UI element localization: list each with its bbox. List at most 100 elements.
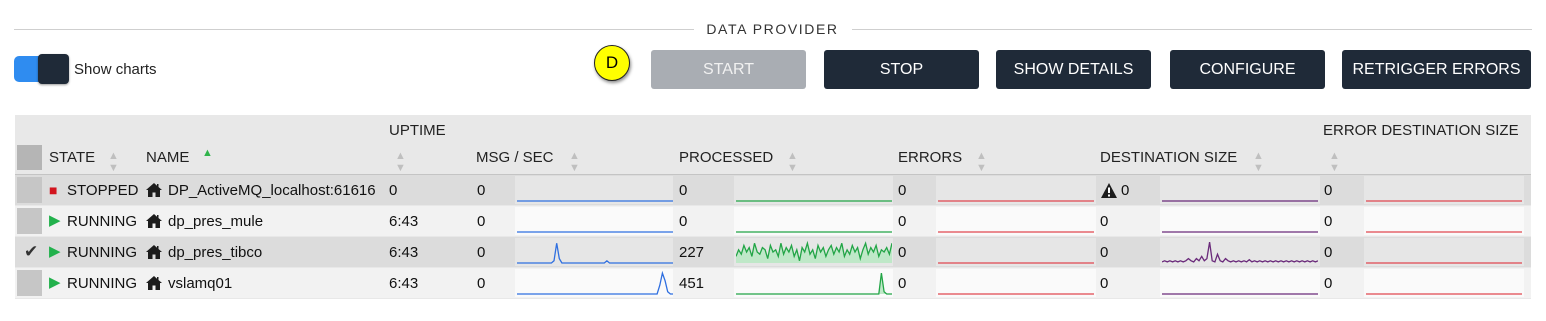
name-text[interactable]: vslamq01: [168, 275, 232, 292]
sort-icon-uptime[interactable]: ▲ ▼: [395, 150, 406, 174]
destination-size-value: 0: [1121, 182, 1130, 199]
select-all-checkbox[interactable]: [17, 145, 42, 170]
table-row[interactable]: ▶ RUNNING dp_pres_mule 6:43 0 0 0 0 0: [15, 206, 1531, 236]
home-icon: [146, 183, 162, 197]
state-text: STOPPED: [67, 182, 139, 199]
destination-size-value: 0: [1100, 213, 1109, 230]
processed-value: 451: [679, 275, 705, 292]
msg-per-sec-sparkline: [517, 270, 673, 295]
name-text[interactable]: DP_ActiveMQ_localhost:61616: [168, 182, 376, 199]
errors-sparkline: [938, 293, 1094, 295]
row-select-cell[interactable]: ✔: [17, 239, 42, 265]
retrigger-errors-button[interactable]: RETRIGGER ERRORS: [1342, 50, 1531, 89]
msg-per-sec-sparkline: [517, 200, 673, 202]
processed-value: 227: [679, 244, 705, 261]
errors-value: 0: [898, 213, 907, 230]
table-row[interactable]: ▶ RUNNING vslamq01 6:43 0 451 0 0 0: [15, 268, 1531, 298]
table-row[interactable]: ✔ ▶ RUNNING dp_pres_tibco 6:43 0 227 0 0 0: [15, 237, 1531, 267]
error-destination-size-value: 0: [1324, 275, 1333, 292]
sort-icon-error-destination-size[interactable]: ▲ ▼: [1329, 150, 1340, 174]
play-icon: ▶: [49, 243, 61, 260]
sparkline-area: [736, 273, 892, 294]
destination-size-value: 0: [1100, 244, 1109, 261]
state-text: RUNNING: [67, 244, 137, 261]
error-destination-size-sparkline: [1366, 293, 1522, 295]
errors-sparkline: [938, 231, 1094, 233]
destination-size-sparkline: [1162, 293, 1318, 295]
stop-button[interactable]: STOP: [824, 50, 979, 89]
error-destination-size-value: 0: [1324, 213, 1333, 230]
row-select-cell[interactable]: [17, 270, 42, 296]
processed-sparkline: [736, 231, 892, 233]
error-destination-size-sparkline: [1366, 262, 1522, 264]
step-badge: D: [594, 45, 630, 81]
error-destination-size-value: 0: [1324, 244, 1333, 261]
sparkline-line: [517, 243, 673, 264]
error-destination-size-sparkline: [1366, 231, 1522, 233]
section-divider-right: [852, 29, 1532, 30]
msg-per-sec-sparkline: [517, 243, 673, 264]
show-charts-toggle[interactable]: [14, 54, 70, 85]
errors-value: 0: [898, 244, 907, 261]
sort-icon-errors[interactable]: ▲ ▼: [976, 150, 987, 174]
sort-icon-state[interactable]: ▲ ▼: [108, 150, 119, 174]
destination-size-sparkline: [1162, 231, 1318, 233]
processed-value: 0: [679, 182, 688, 199]
sort-asc-icon-name[interactable]: ▲: [202, 147, 213, 159]
header-error-destination-size[interactable]: ERROR DESTINATION SIZE: [1323, 122, 1519, 139]
home-icon: [146, 276, 162, 290]
processed-sparkline: [736, 200, 892, 202]
error-destination-size-value: 0: [1324, 182, 1333, 199]
row-select-cell[interactable]: [17, 208, 42, 234]
uptime-value: 6:43: [389, 244, 419, 261]
errors-sparkline: [938, 200, 1094, 202]
home-icon: [146, 214, 162, 228]
header-msg-per-sec[interactable]: MSG / SEC: [476, 149, 554, 166]
errors-value: 0: [898, 275, 907, 292]
destination-size-value: 0: [1100, 275, 1109, 292]
error-destination-size-sparkline: [1366, 200, 1522, 202]
sparkline-line: [736, 273, 892, 295]
state-text: RUNNING: [67, 275, 137, 292]
section-title: DATA PROVIDER: [695, 21, 850, 37]
toggle-knob: [38, 54, 69, 84]
stop-square-icon: ■: [49, 182, 58, 198]
configure-button[interactable]: CONFIGURE: [1170, 50, 1325, 89]
header-name[interactable]: NAME: [146, 149, 189, 166]
destination-size-sparkline: [1162, 241, 1318, 263]
sparkline-line: [517, 270, 673, 295]
data-provider-table: STATE ▲ ▼ NAME ▲ UPTIME ▲ ▼ MSG / SEC ▲ ▼ P…: [15, 115, 1531, 299]
sort-icon-processed[interactable]: ▲ ▼: [787, 150, 798, 174]
play-icon: ▶: [49, 274, 61, 291]
msg-per-sec-sparkline: [517, 231, 673, 233]
header-state[interactable]: STATE: [49, 149, 95, 166]
sparkline-line: [1162, 241, 1318, 263]
processed-sparkline: [736, 273, 892, 295]
state-text: RUNNING: [67, 213, 137, 230]
msg-per-sec-value: 0: [477, 244, 486, 261]
row-select-cell[interactable]: [17, 177, 42, 203]
name-text[interactable]: dp_pres_mule: [168, 213, 263, 230]
play-icon: ▶: [49, 212, 61, 229]
header-processed[interactable]: PROCESSED: [679, 149, 773, 166]
msg-per-sec-value: 0: [477, 275, 486, 292]
sort-icon-destination-size[interactable]: ▲ ▼: [1253, 150, 1264, 174]
msg-per-sec-value: 0: [477, 213, 486, 230]
name-text[interactable]: dp_pres_tibco: [168, 244, 262, 261]
uptime-value: 0: [389, 182, 398, 199]
start-button[interactable]: START: [651, 50, 806, 89]
processed-sparkline: [736, 240, 892, 263]
errors-value: 0: [898, 182, 907, 199]
errors-sparkline: [938, 262, 1094, 264]
header-errors[interactable]: ERRORS: [898, 149, 962, 166]
header-destination-size[interactable]: DESTINATION SIZE: [1100, 149, 1237, 166]
msg-per-sec-value: 0: [477, 182, 486, 199]
processed-value: 0: [679, 213, 688, 230]
table-row[interactable]: ■ STOPPED DP_ActiveMQ_localhost:61616 0 0 0 0 0…: [15, 175, 1531, 205]
checkmark-icon: ✔: [24, 242, 39, 261]
show-charts-label: Show charts: [74, 61, 157, 78]
sort-icon-msg-per-sec[interactable]: ▲ ▼: [569, 150, 580, 174]
show-details-button[interactable]: SHOW DETAILS: [996, 50, 1151, 89]
header-uptime[interactable]: UPTIME: [389, 122, 446, 139]
section-divider-left: [14, 29, 694, 30]
